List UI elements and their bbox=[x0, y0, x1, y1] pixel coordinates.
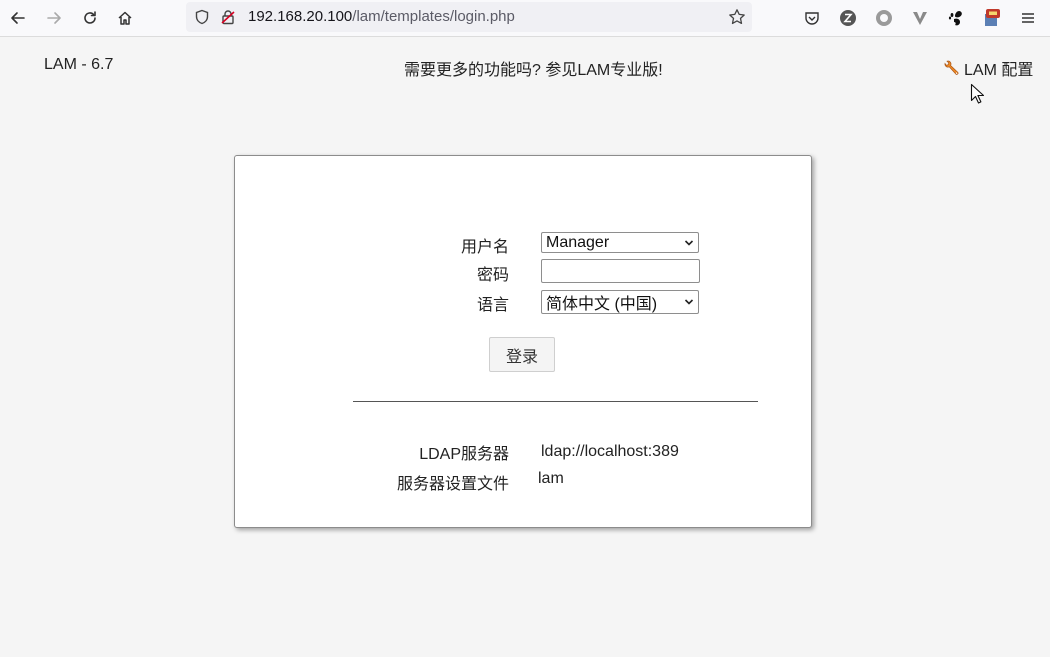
gnome-button[interactable] bbox=[944, 6, 968, 30]
gnome-icon bbox=[948, 11, 962, 26]
zotero-icon bbox=[840, 10, 856, 26]
lam-config-link[interactable]: LAM 配置 bbox=[942, 56, 1033, 80]
menu-button[interactable] bbox=[1016, 6, 1040, 30]
forward-button[interactable] bbox=[42, 6, 66, 30]
zotero-button[interactable] bbox=[836, 6, 860, 30]
extension-icon bbox=[985, 9, 1000, 26]
language-label: 语言 bbox=[476, 297, 509, 314]
login-box: 用户名 Manager 密码 语言 简体中文 (中国) 登录 LDAP服务器 l… bbox=[234, 155, 812, 528]
language-select[interactable]: 简体中文 (中国) bbox=[541, 290, 699, 314]
forward-icon bbox=[47, 12, 61, 24]
browser-toolbar: 192.168.20.100/lam/templates/login.php bbox=[0, 0, 1050, 37]
server-profile-select[interactable]: lam bbox=[538, 470, 564, 488]
vivaldi-button[interactable] bbox=[908, 6, 932, 30]
login-button[interactable]: 登录 bbox=[489, 337, 555, 372]
ldap-server-label: LDAP服务器 bbox=[419, 446, 509, 463]
pocket-button[interactable] bbox=[800, 6, 824, 30]
chevron-down-icon bbox=[684, 299, 694, 305]
reload-button[interactable] bbox=[78, 6, 102, 30]
home-button[interactable] bbox=[113, 6, 137, 30]
circle-extension-button[interactable] bbox=[872, 6, 896, 30]
url-host: 192.168.20.100 bbox=[248, 8, 353, 25]
mouse-cursor-icon bbox=[970, 83, 985, 104]
circle-extension-icon bbox=[876, 10, 892, 26]
lam-config-label: LAM 配置 bbox=[964, 62, 1034, 79]
url-path: /lam/templates/login.php bbox=[352, 8, 515, 25]
url-text[interactable]: 192.168.20.100/lam/templates/login.php bbox=[248, 8, 515, 25]
password-label: 密码 bbox=[476, 267, 509, 284]
pro-promo-link[interactable]: 需要更多的功能吗? 参见LAM专业版! bbox=[404, 56, 663, 80]
vivaldi-icon bbox=[913, 12, 927, 25]
pocket-icon bbox=[805, 12, 819, 25]
username-value: Manager bbox=[546, 233, 610, 251]
reload-icon bbox=[84, 11, 96, 24]
lam-version: LAM - 6.7 bbox=[44, 56, 114, 73]
back-button[interactable] bbox=[6, 6, 30, 30]
ldap-server-value: ldap://localhost:389 bbox=[541, 443, 679, 460]
password-input[interactable] bbox=[541, 259, 700, 283]
divider bbox=[353, 401, 758, 402]
lock-icon[interactable] bbox=[220, 9, 236, 25]
wrench-icon bbox=[944, 60, 959, 75]
username-select[interactable]: Manager bbox=[541, 232, 699, 253]
home-icon bbox=[118, 11, 132, 25]
star-icon[interactable] bbox=[728, 8, 746, 26]
url-bar[interactable]: 192.168.20.100/lam/templates/login.php bbox=[186, 2, 752, 32]
language-value: 简体中文 (中国) bbox=[546, 296, 658, 313]
shield-icon[interactable] bbox=[194, 9, 210, 25]
username-label: 用户名 bbox=[460, 239, 509, 256]
back-icon bbox=[11, 12, 25, 24]
chevron-down-icon bbox=[684, 239, 694, 246]
menu-icon bbox=[1022, 13, 1034, 23]
extension-button[interactable] bbox=[980, 6, 1004, 30]
server-profile-label: 服务器设置文件 bbox=[396, 476, 509, 493]
